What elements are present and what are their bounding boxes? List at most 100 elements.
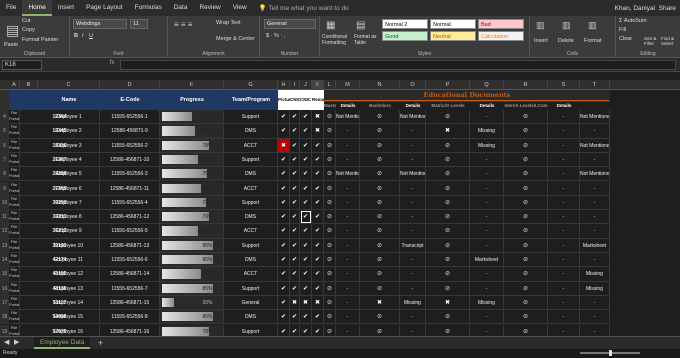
masters-status-cell[interactable]: ⊘ — [324, 253, 336, 268]
inter-status-cell[interactable]: ⊘ — [504, 181, 548, 196]
file-portal-link[interactable]: File Portal — [9, 152, 20, 168]
delete-button[interactable]: Delete — [558, 38, 574, 44]
sort-filter-button[interactable]: Sort & Filter — [644, 36, 660, 46]
team-cell[interactable]: Support — [224, 110, 278, 125]
resume-status-cell[interactable]: ✔ — [312, 224, 324, 239]
tab-data[interactable]: Data — [168, 0, 194, 16]
column-header-c[interactable]: C — [38, 80, 100, 90]
cnic-valid-status-cell[interactable]: ✔ — [300, 238, 312, 253]
masters-status-cell[interactable]: ⊘ — [324, 238, 336, 253]
masters-details-cell[interactable]: - — [336, 138, 360, 153]
matric-details-cell[interactable]: - — [470, 210, 504, 225]
bachelors-details-cell[interactable]: - — [400, 124, 426, 139]
format-icon[interactable]: ▥ — [588, 20, 597, 31]
masters-details-cell[interactable]: - — [336, 324, 360, 336]
progress-cell[interactable]: 79% — [160, 210, 224, 225]
resume-status-cell[interactable]: ✖ — [312, 295, 324, 311]
copy-button[interactable]: Copy — [22, 27, 35, 33]
bachelors-details-cell[interactable]: Transcript — [400, 238, 426, 253]
cnic-status-cell[interactable]: ✖ — [290, 295, 300, 311]
bachelors-status-cell[interactable]: ⊘ — [360, 281, 400, 296]
cnic-status-cell[interactable]: ✔ — [290, 281, 300, 296]
name-box[interactable]: K18 — [2, 60, 42, 70]
matric-details-cell[interactable]: - — [470, 195, 504, 211]
matric-status-cell[interactable]: ⊘ — [426, 152, 470, 168]
name-cell[interactable]: Employee 4 — [38, 152, 100, 168]
autosum-button[interactable]: Σ AutoSum — [619, 18, 647, 24]
formula-input[interactable] — [120, 60, 676, 70]
team-cell[interactable]: Support — [224, 195, 278, 211]
bachelors-details-cell[interactable]: Not Mentioned — [400, 167, 426, 182]
extra-details-cell[interactable]: - — [580, 152, 610, 168]
team-cell[interactable]: DMS — [224, 210, 278, 225]
bachelors-status-cell[interactable]: ⊘ — [360, 253, 400, 268]
bachelors-details-cell[interactable]: - — [400, 267, 426, 282]
bachelors-status-cell[interactable]: ⊘ — [360, 224, 400, 239]
resume-status-cell[interactable]: ✔ — [312, 281, 324, 296]
masters-status-cell[interactable]: ⊘ — [324, 152, 336, 168]
cell-style-calculation[interactable]: Calculation — [478, 31, 524, 41]
name-cell[interactable]: Employee 10 — [38, 238, 100, 253]
inter-status-cell[interactable]: ⊘ — [504, 253, 548, 268]
ecode-cell[interactable]: 12586-456871-12 — [100, 210, 160, 225]
matric-details-cell[interactable]: Missing — [470, 124, 504, 139]
cnic-status-cell[interactable]: ✔ — [290, 152, 300, 168]
progress-cell[interactable]: 78% — [160, 324, 224, 336]
extra-details-cell[interactable]: - — [580, 210, 610, 225]
progress-cell[interactable]: 85% — [160, 281, 224, 296]
extra-details-cell[interactable]: Not Mentioned — [580, 167, 610, 182]
bachelors-details-cell[interactable]: - — [400, 195, 426, 211]
bachelors-status-cell[interactable]: ⊘ — [360, 152, 400, 168]
masters-status-cell[interactable]: ⊘ — [324, 138, 336, 153]
cnic-status-cell[interactable]: ✔ — [290, 238, 300, 253]
picture-status-cell[interactable]: ✔ — [278, 324, 290, 336]
cell-style-bad[interactable]: Bad — [478, 19, 524, 29]
cell-style-normal[interactable]: Normal — [430, 19, 476, 29]
masters-details-cell[interactable]: Not Mentioned — [336, 110, 360, 125]
conditional-formatting-icon[interactable]: ▦ — [326, 20, 335, 31]
progress-cell[interactable]: 60% — [160, 224, 224, 239]
find-select-button[interactable]: Find & Select — [661, 36, 679, 46]
file-portal-link[interactable]: File Portal — [9, 110, 20, 125]
sheet-nav-left-icon[interactable]: ◀ — [4, 338, 9, 346]
picture-status-cell[interactable]: ✔ — [278, 195, 290, 211]
cnic-valid-status-cell[interactable]: ✖ — [300, 295, 312, 311]
matric-status-cell[interactable]: ✖ — [426, 295, 470, 311]
row-header[interactable]: 7 — [0, 152, 9, 168]
tab-insert[interactable]: Insert — [52, 0, 80, 16]
ecode-cell[interactable]: 12586-456871-16 — [100, 324, 160, 336]
cell-style-good[interactable]: Good — [382, 31, 428, 41]
bachelors-status-cell[interactable]: ⊘ — [360, 238, 400, 253]
ecode-cell[interactable]: 11555-652556-5 — [100, 224, 160, 239]
tab-view[interactable]: View — [227, 0, 253, 16]
cnic-status-cell[interactable]: ✔ — [290, 253, 300, 268]
bachelors-status-cell[interactable]: ⊘ — [360, 324, 400, 336]
matric-status-cell[interactable]: ⊘ — [426, 195, 470, 211]
resume-status-cell[interactable]: ✖ — [312, 110, 324, 125]
inter-status-cell[interactable]: ⊘ — [504, 281, 548, 296]
cnic-valid-status-cell[interactable]: ✔ — [300, 181, 312, 196]
inter-status-cell[interactable]: ⊘ — [504, 138, 548, 153]
masters-status-cell[interactable]: ⊘ — [324, 167, 336, 182]
bold-button[interactable]: B — [74, 33, 78, 39]
file-portal-link[interactable]: File Portal — [9, 238, 20, 253]
ecode-cell[interactable]: 11555-652556-6 — [100, 253, 160, 268]
inter-details-cell[interactable]: - — [548, 295, 580, 311]
progress-cell[interactable]: 65% — [160, 267, 224, 282]
column-header-q[interactable]: Q — [470, 80, 504, 90]
format-painter-button[interactable]: Format Painter — [22, 37, 58, 43]
name-cell[interactable]: Employee 8 — [38, 210, 100, 225]
picture-status-cell[interactable]: ✔ — [278, 295, 290, 311]
extra-details-cell[interactable]: Not Mentioned — [580, 138, 610, 153]
name-cell[interactable]: Employee 2 — [38, 124, 100, 139]
inter-status-cell[interactable]: ⊘ — [504, 195, 548, 211]
paste-icon[interactable]: ▤ — [6, 22, 19, 39]
cnic-valid-status-cell[interactable]: ✔ — [300, 281, 312, 296]
team-cell[interactable]: Support — [224, 152, 278, 168]
file-portal-link[interactable]: File Portal — [9, 195, 20, 211]
column-header-i[interactable]: I — [290, 80, 300, 90]
column-header-r[interactable]: R — [504, 80, 548, 90]
matric-details-cell[interactable]: Marksheet — [470, 253, 504, 268]
cnic-valid-status-cell[interactable]: ✔ — [300, 195, 312, 211]
file-portal-link[interactable]: File Portal — [9, 224, 20, 239]
